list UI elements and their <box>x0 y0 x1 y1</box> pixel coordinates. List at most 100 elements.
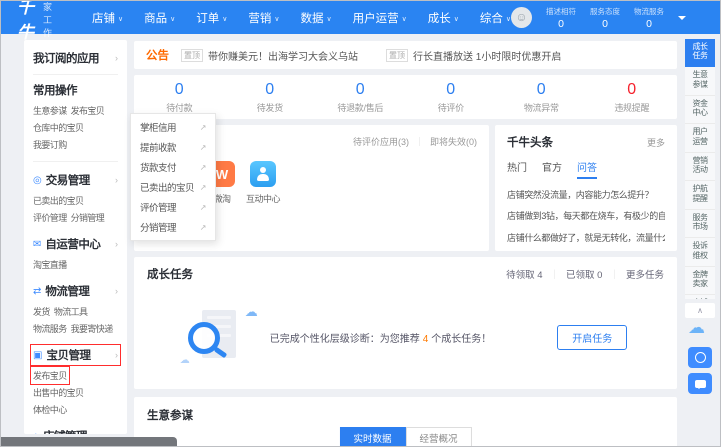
headline-title: 千牛头条 <box>507 137 553 149</box>
claimed-link[interactable]: 已领取 0 <box>566 267 602 281</box>
external-link-icon: ↗ <box>199 222 207 232</box>
link-logistics-tools[interactable]: 物流工具 <box>54 305 88 318</box>
chevron-right-icon: › <box>115 350 118 360</box>
link-publish-item-2[interactable]: 发布宝贝 <box>30 366 70 385</box>
dock-gold-seller[interactable]: 金牌卖家 <box>685 266 715 295</box>
dock-marketing-activity[interactable]: 营销活动 <box>685 152 715 182</box>
user-avatar[interactable]: ☺ <box>511 7 533 28</box>
tab-qa[interactable]: 问答 <box>577 159 597 179</box>
menu-item-distribution-manage[interactable]: 分销管理 ↗ <box>131 217 215 237</box>
announcement-item[interactable]: 置顶 行长直播放送 1小时限时优惠开启 <box>386 48 561 63</box>
sidebar-item-logistics[interactable]: ⇄ 物流管理 › <box>33 283 118 299</box>
link-sycm[interactable]: 生意参谋 <box>33 104 67 117</box>
sidebar-item-subscribed-apps[interactable]: 我订阅的应用 › <box>33 50 118 66</box>
dock-growth-tasks[interactable]: 成长任务 <box>685 39 715 68</box>
chevron-right-icon: › <box>115 286 118 296</box>
workbench-subtitle: 卖家工作台 <box>43 1 53 51</box>
dock-service-market[interactable]: 服务市场 <box>685 209 715 239</box>
link-onsale-items[interactable]: 出售中的宝贝 <box>33 386 84 399</box>
expiring-apps-link[interactable]: 即将失效(0) <box>430 135 477 148</box>
headline-list-item[interactable]: 店铺做到3钻，每天都在烧车，有极少的自然流量.. <box>507 209 665 222</box>
announcement-item[interactable]: 置顶 带你赚美元！出海学习大会义乌站 <box>181 48 358 63</box>
section-self-operation: ✉ 自运营中心 › 淘宝直播 <box>33 236 118 273</box>
dock-shop-data[interactable]: 店铺数据 <box>685 294 715 299</box>
dock-escort-alert[interactable]: 护航提醒 <box>685 181 715 210</box>
link-distribution-manage[interactable]: 分销管理 <box>71 211 105 224</box>
app-interaction-center[interactable]: 互动中心 <box>241 161 285 205</box>
link-sold-items[interactable]: 已卖出的宝贝 <box>33 194 84 207</box>
pending-review-apps-link[interactable]: 待评价应用(3) <box>353 135 409 148</box>
dock-complaint-rights[interactable]: 投诉维权 <box>685 238 715 267</box>
transaction-icon: ◎ <box>33 174 42 186</box>
link-warehouse-items[interactable]: 仓库中的宝贝 <box>33 121 84 134</box>
self-operation-icon: ✉ <box>33 238 42 250</box>
chevron-right-icon: › <box>115 431 118 434</box>
logistics-icon: ⇄ <box>33 285 42 297</box>
menu-item-shopkeeper-credit[interactable]: 掌柜信用 ↗ <box>131 117 215 137</box>
sidebar-item-shop-manage[interactable]: ⌂ 店铺管理 › <box>33 428 118 435</box>
tab-official[interactable]: 官方 <box>542 159 562 174</box>
header-user-area: ☺ 描述相符 0 服务态度 0 物流服务 0 <box>511 6 710 30</box>
stat-pending-shipment[interactable]: 0 待发货 <box>225 81 316 114</box>
nav-user-operation[interactable]: 用户运营 <box>353 10 407 26</box>
common-actions-title: 常用操作 <box>33 85 78 97</box>
chevron-down-icon[interactable] <box>678 15 687 24</box>
dsr-logistics-score: 物流服务 0 <box>634 6 665 30</box>
nav-data[interactable]: 数据 <box>301 10 332 26</box>
link-logistics-service[interactable]: 物流服务 <box>33 322 67 335</box>
menu-item-sold-items[interactable]: 已卖出的宝贝 ↗ <box>131 177 215 197</box>
section-logistics: ⇄ 物流管理 › 发货 物流工具 物流服务 我要寄快递 <box>33 283 118 337</box>
alarm-icon <box>694 352 706 363</box>
menu-item-review-manage[interactable]: 评价管理 ↗ <box>131 197 215 217</box>
tab-realtime-data[interactable]: 实时数据 <box>339 427 406 446</box>
headline-more-link[interactable]: 更多 <box>647 136 665 149</box>
headline-list-item[interactable]: 店铺突然没流量，内容能力怎么提升？ <box>507 188 665 201</box>
nav-misc[interactable]: 综合 <box>480 10 511 26</box>
menu-item-advance-collection[interactable]: 提前收款 ↗ <box>131 137 215 157</box>
nav-goods[interactable]: 商品 <box>144 10 175 26</box>
stat-violation-alert[interactable]: 0 违规提醒 <box>587 81 678 114</box>
nav-growth[interactable]: 成长 <box>428 10 459 26</box>
stat-logistics-abnormal[interactable]: 0 物流异常 <box>496 81 587 114</box>
common-actions-links: 生意参谋 发布宝贝 仓库中的宝贝 我要订购 <box>33 102 118 153</box>
growth-message: 已完成个性化层级诊断：为您推荐 4 个成长任务！ <box>269 333 492 345</box>
business-title: 生意参谋 <box>147 410 193 422</box>
item-manage-icon: ▣ <box>33 349 43 361</box>
link-send-express[interactable]: 我要寄快递 <box>71 322 114 335</box>
chevron-right-icon: › <box>115 239 118 249</box>
chat-button[interactable] <box>688 373 712 394</box>
stat-pending-review[interactable]: 0 待评价 <box>406 81 497 114</box>
nav-marketing[interactable]: 营销 <box>248 10 279 26</box>
nav-shop[interactable]: 店铺 <box>92 10 123 26</box>
pinned-badge: 置顶 <box>386 48 408 62</box>
pending-claim-link[interactable]: 待领取 4 <box>506 267 542 281</box>
link-review-manage[interactable]: 评价管理 <box>33 211 67 224</box>
menu-item-payment[interactable]: 货款支付 ↗ <box>131 157 215 177</box>
sidebar-item-transaction[interactable]: ◎ 交易管理 › <box>33 172 118 188</box>
headline-list-item[interactable]: 店铺什么都做好了，就是无转化，流量什么都有？ <box>507 231 665 244</box>
more-tasks-link[interactable]: 更多任务 <box>626 267 664 281</box>
nav-orders[interactable]: 订单 <box>196 10 227 26</box>
dock-funds-center[interactable]: 资金中心 <box>685 95 715 125</box>
link-health-center[interactable]: 体检中心 <box>33 403 67 416</box>
dock-user-operation[interactable]: 用户运营 <box>685 124 715 153</box>
dsr-service-score: 服务态度 0 <box>590 6 621 30</box>
cloud-sync-icon[interactable]: ☁ <box>688 318 705 338</box>
sidebar-item-item-manage[interactable]: ▣ 宝贝管理 › <box>30 344 121 366</box>
alarm-button[interactable] <box>688 347 712 368</box>
tab-hot[interactable]: 热门 <box>507 159 527 174</box>
tab-business-overview[interactable]: 经营概况 <box>405 427 472 446</box>
stat-pending-payment[interactable]: 0 待付款 <box>134 81 225 114</box>
dock-collapse-button[interactable]: ∧ <box>685 303 715 318</box>
sidebar-item-self-operation[interactable]: ✉ 自运营中心 › <box>33 236 118 252</box>
dock-business-advisor[interactable]: 生意参谋 <box>685 67 715 96</box>
start-task-button[interactable]: 开启任务 <box>557 324 628 350</box>
bottom-left-overlay <box>1 437 177 446</box>
link-publish-item[interactable]: 发布宝贝 <box>71 104 105 117</box>
external-link-icon: ↗ <box>199 182 207 192</box>
link-taobao-live[interactable]: 淘宝直播 <box>33 258 67 271</box>
business-advisor-card: 生意参谋 实时数据 经营概况 <box>134 397 677 446</box>
link-ship[interactable]: 发货 <box>33 305 50 318</box>
stat-pending-refund[interactable]: 0 待退款/售后 <box>315 81 406 114</box>
link-order-service[interactable]: 我要订购 <box>33 138 67 151</box>
